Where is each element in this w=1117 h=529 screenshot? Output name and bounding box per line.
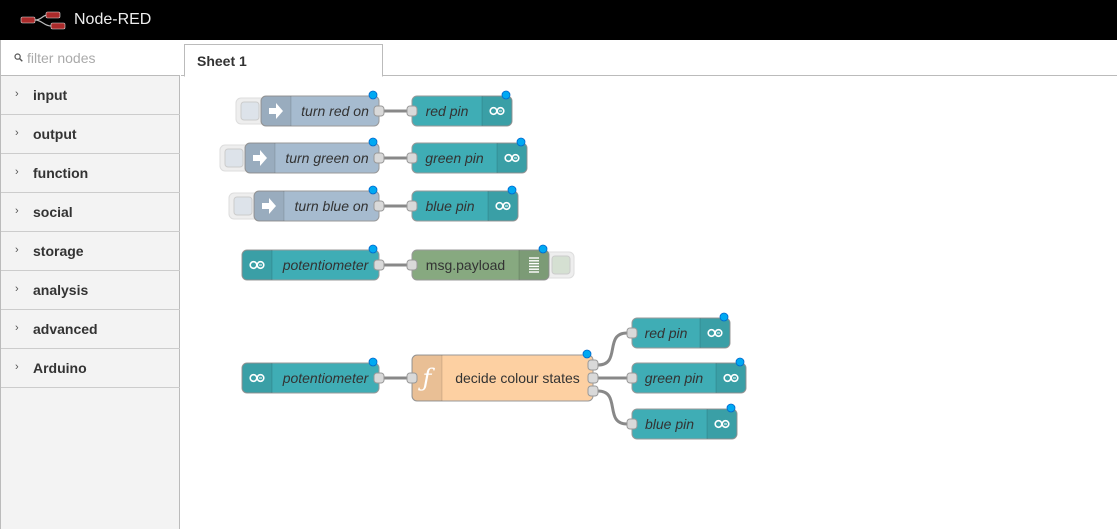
chevron-right-icon: › [15, 283, 19, 295]
chevron-right-icon: › [15, 127, 19, 139]
chevron-right-icon: › [15, 88, 19, 100]
changed-indicator-icon [368, 90, 378, 100]
flow-node-arduino-out[interactable]: green pin [406, 137, 528, 174]
changed-indicator-icon [516, 137, 526, 147]
palette-category-input[interactable]: › input [1, 76, 180, 115]
changed-indicator-icon [501, 90, 511, 100]
changed-indicator-icon [368, 357, 378, 367]
input-port[interactable] [406, 259, 418, 271]
input-port[interactable] [626, 327, 638, 339]
output-port[interactable] [373, 259, 385, 271]
app-title: Node-RED [74, 11, 152, 28]
flow-node-arduino-in[interactable]: potentiometer [241, 244, 385, 281]
input-port[interactable] [406, 372, 418, 384]
changed-indicator-icon [735, 357, 745, 367]
chevron-right-icon: › [15, 205, 19, 217]
category-label: social [33, 204, 73, 220]
palette-category-social[interactable]: › social [1, 193, 180, 232]
input-port[interactable] [626, 372, 638, 384]
category-label: Arduino [33, 360, 87, 376]
palette-category-function[interactable]: › function [1, 154, 180, 193]
input-port[interactable] [406, 200, 418, 212]
flow-workspace[interactable]: turn red on red pin turn green on green pin… [181, 77, 1117, 529]
palette-category-advanced[interactable]: › advanced [1, 310, 180, 349]
category-label: advanced [33, 321, 98, 337]
palette-category-output[interactable]: › output [1, 115, 180, 154]
node-label: potentiometer [282, 370, 370, 386]
output-port[interactable] [587, 359, 599, 371]
flow-node-arduino-in[interactable]: potentiometer [241, 357, 385, 394]
node-label: turn blue on [295, 198, 369, 214]
changed-indicator-icon [726, 403, 736, 413]
tab-sheet-1[interactable]: Sheet 1 [184, 44, 383, 77]
flow-node-arduino-out[interactable]: blue pin [406, 185, 519, 222]
changed-indicator-icon [538, 244, 548, 254]
output-port[interactable] [587, 385, 599, 397]
category-label: analysis [33, 282, 89, 298]
wire[interactable] [597, 331, 628, 367]
header-bar: Node-RED [0, 0, 1117, 40]
chevron-right-icon: › [15, 166, 19, 178]
flow-canvas[interactable]: turn red on red pin turn green on green pin… [181, 77, 1117, 529]
node-label: blue pin [645, 416, 694, 432]
node-label: green pin [425, 150, 484, 166]
flow-node-inject[interactable]: turn blue on [228, 185, 385, 222]
node-label: potentiometer [282, 257, 370, 273]
wire[interactable] [597, 389, 628, 426]
palette-category-storage[interactable]: › storage [1, 232, 180, 271]
flow-node-arduino-out[interactable]: green pin [626, 357, 747, 394]
changed-indicator-icon [719, 312, 729, 322]
search-icon [14, 53, 23, 62]
chevron-right-icon: › [15, 361, 19, 373]
output-port[interactable] [587, 372, 599, 384]
output-port[interactable] [373, 372, 385, 384]
palette-category-arduino[interactable]: › Arduino [1, 349, 180, 388]
palette-category-analysis[interactable]: › analysis [1, 271, 180, 310]
changed-indicator-icon [368, 137, 378, 147]
workspace-tab-bar: Sheet 1 [181, 40, 1117, 77]
node-red-logo-icon [20, 11, 66, 30]
input-port[interactable] [406, 152, 418, 164]
chevron-right-icon: › [15, 322, 19, 334]
flow-node-debug[interactable]: msg.payload [406, 244, 575, 281]
chevron-right-icon: › [15, 244, 19, 256]
node-label: msg.payload [426, 257, 505, 273]
changed-indicator-icon [582, 349, 592, 359]
flow-node-arduino-out[interactable]: red pin [406, 90, 513, 127]
input-port[interactable] [406, 105, 418, 117]
flow-node-inject[interactable]: turn red on [235, 90, 385, 127]
node-label: red pin [645, 325, 688, 341]
node-label: red pin [426, 103, 469, 119]
output-port[interactable] [373, 152, 385, 164]
filter-nodes-box [1, 40, 180, 76]
node-label: turn red on [301, 103, 369, 119]
flow-node-arduino-out[interactable]: red pin [626, 312, 731, 349]
node-label: green pin [645, 370, 704, 386]
category-label: function [33, 165, 89, 181]
flow-node-arduino-out[interactable]: blue pin [626, 403, 738, 440]
input-port[interactable] [626, 418, 638, 430]
output-port[interactable] [373, 200, 385, 212]
node-label: turn green on [285, 150, 368, 166]
flow-node-function[interactable]: ƒ decide colour states [406, 349, 599, 402]
node-label: blue pin [425, 198, 474, 214]
tab-label: Sheet 1 [197, 53, 247, 69]
node-label: decide colour states [455, 370, 580, 386]
category-label: storage [33, 243, 84, 259]
category-label: output [33, 126, 77, 142]
palette-categories: › input › output › function › social › storag… [1, 76, 180, 388]
category-label: input [33, 87, 68, 103]
changed-indicator-icon [507, 185, 517, 195]
changed-indicator-icon [368, 185, 378, 195]
filter-nodes-input[interactable] [27, 49, 172, 67]
output-port[interactable] [373, 105, 385, 117]
node-palette: › input › output › function › social › storag… [0, 40, 180, 529]
changed-indicator-icon [368, 244, 378, 254]
flow-node-inject[interactable]: turn green on [219, 137, 385, 174]
